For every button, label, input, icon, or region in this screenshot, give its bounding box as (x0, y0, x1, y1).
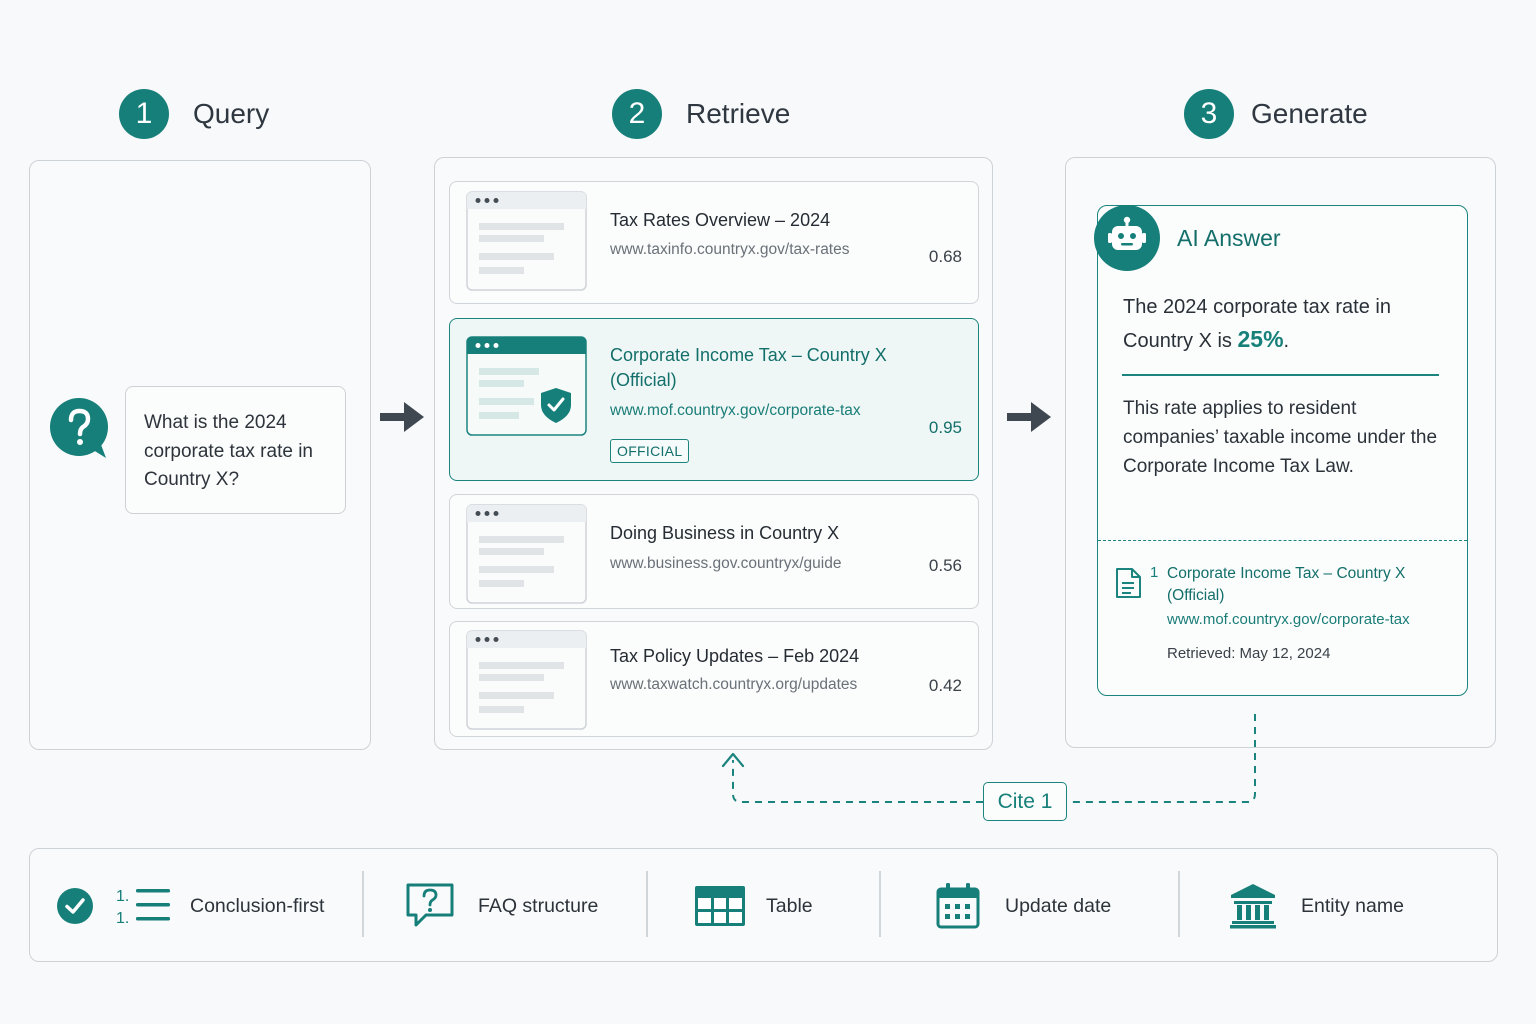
result-url[interactable]: www.mof.countryx.gov/corporate-tax (610, 402, 861, 420)
bank-building-icon (1230, 884, 1276, 929)
numbered-list-icon: 1. 1. (116, 888, 170, 926)
feature-label: Table (766, 894, 813, 917)
answer-divider (1122, 374, 1439, 376)
feature-divider (879, 871, 881, 937)
step-title: Retrieve (686, 98, 791, 129)
step-retrieve-header: 2 Retrieve (612, 89, 790, 139)
document-icon (1116, 568, 1141, 598)
relevance-score: 0.42 (928, 676, 962, 695)
query-text-card[interactable]: What is the 2024 corporate tax rate in C… (125, 386, 346, 514)
search-result[interactable]: Doing Business in Country X www.business… (449, 494, 979, 609)
webpage-thumbnail-icon (466, 630, 587, 730)
feature-label: Entity name (1301, 894, 1404, 917)
feature-label: Conclusion-first (190, 894, 325, 917)
feature-table: Table (694, 849, 813, 963)
step-number: 1 (119, 89, 169, 139)
arrow-right-icon (1007, 402, 1051, 432)
arrow-right-icon (380, 402, 424, 432)
result-title: Corporate Income Tax – Country X (Offici… (610, 345, 887, 390)
step-query-header: 1 Query (119, 89, 269, 139)
relevance-score: 0.56 (928, 556, 962, 575)
step-number: 2 (612, 89, 662, 139)
feature-update-date: Update date (935, 849, 1111, 963)
relevance-score: 0.68 (928, 247, 962, 266)
result-url[interactable]: www.taxinfo.countryx.gov/tax-rates (610, 241, 850, 259)
answer-main-text: The 2024 corporate tax rate in Country X… (1123, 291, 1443, 357)
feature-entity-name: Entity name (1229, 849, 1404, 963)
webpage-thumbnail-icon (466, 191, 587, 291)
search-result-featured[interactable]: Corporate Income Tax – Country X (Offici… (449, 318, 979, 481)
answer-rate: 25% (1237, 326, 1284, 352)
relevance-score: 0.95 (928, 418, 962, 437)
step-generate-header: 3 Generate (1184, 89, 1368, 139)
feature-divider (1178, 871, 1180, 937)
query-text: What is the 2024 corporate tax rate in C… (144, 412, 313, 490)
calendar-icon (936, 883, 980, 929)
feature-faq-structure: FAQ structure (404, 849, 598, 963)
citation-url[interactable]: www.mof.countryx.gov/corporate-tax (1167, 611, 1410, 628)
result-url[interactable]: www.business.gov.countryx/guide (610, 555, 841, 573)
feature-label: FAQ structure (478, 894, 599, 917)
svg-text:1.: 1. (116, 888, 129, 905)
question-bubble-icon (406, 883, 454, 927)
feature-bar: 1. 1. Conclusion-first FAQ structure Tab… (29, 848, 1498, 962)
citation-number: 1 (1150, 564, 1159, 581)
step-title: Generate (1251, 98, 1368, 129)
step-title: Query (193, 98, 270, 129)
feature-divider (362, 871, 364, 937)
step-number: 3 (1184, 89, 1234, 139)
answer-title: AI Answer (1177, 225, 1281, 251)
webpage-thumbnail-icon (466, 336, 587, 436)
cite-link-button[interactable]: Cite 1 (983, 782, 1067, 821)
svg-text:1.: 1. (116, 910, 129, 926)
feature-conclusion-first: 1. 1. Conclusion-first (56, 849, 324, 963)
robot-icon (1094, 205, 1160, 271)
check-circle-icon (57, 888, 93, 924)
feature-label: Update date (1005, 894, 1112, 917)
search-result[interactable]: Tax Rates Overview – 2024 www.taxinfo.co… (449, 181, 979, 304)
feature-divider (646, 871, 648, 937)
question-icon (50, 398, 108, 458)
table-icon (695, 886, 745, 926)
citation-title[interactable]: Corporate Income Tax – Country X (Offici… (1167, 563, 1437, 607)
result-title: Doing Business in Country X (610, 523, 840, 543)
answer-detail: This rate applies to resident companies’… (1123, 398, 1438, 477)
result-url[interactable]: www.taxwatch.countryx.org/updates (610, 676, 857, 694)
result-title: Tax Policy Updates – Feb 2024 (610, 646, 860, 666)
webpage-thumbnail-icon (466, 504, 587, 604)
answer-main-suffix: . (1283, 330, 1290, 352)
result-title: Tax Rates Overview – 2024 (610, 210, 831, 230)
citation-divider (1098, 540, 1467, 541)
citation-retrieved-date: Retrieved: May 12, 2024 (1167, 645, 1331, 662)
official-badge: OFFICIAL (610, 439, 690, 463)
